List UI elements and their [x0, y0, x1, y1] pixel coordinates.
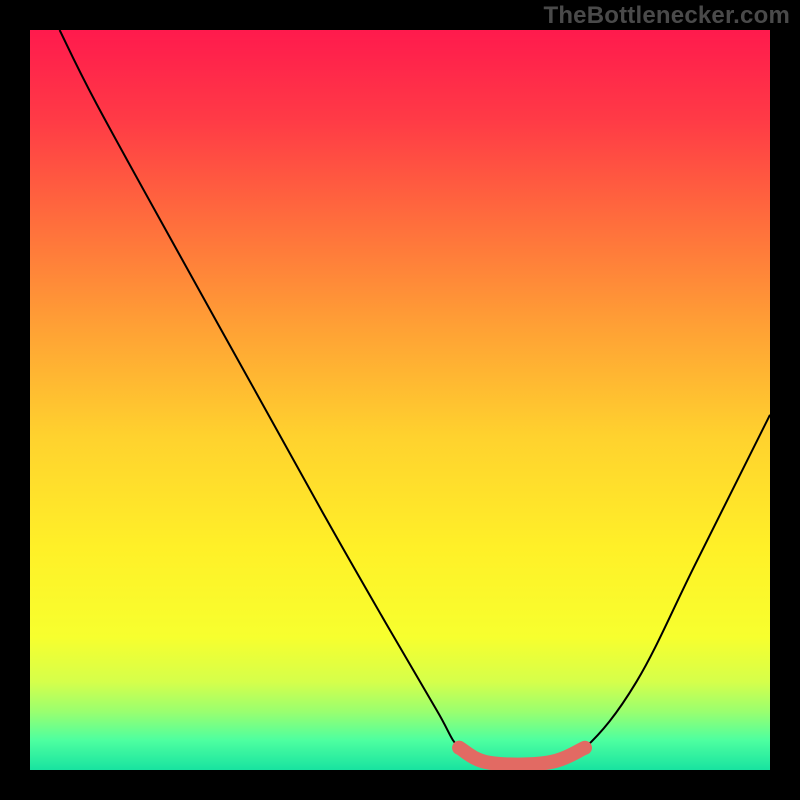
highlight-start-dot [452, 741, 466, 755]
chart-frame: TheBottlenecker.com [0, 0, 800, 800]
plot-area [30, 30, 770, 770]
chart-svg [30, 30, 770, 770]
watermark-text: TheBottlenecker.com [543, 2, 790, 30]
bottleneck-curve [60, 30, 770, 765]
highlight-segment [459, 748, 585, 765]
